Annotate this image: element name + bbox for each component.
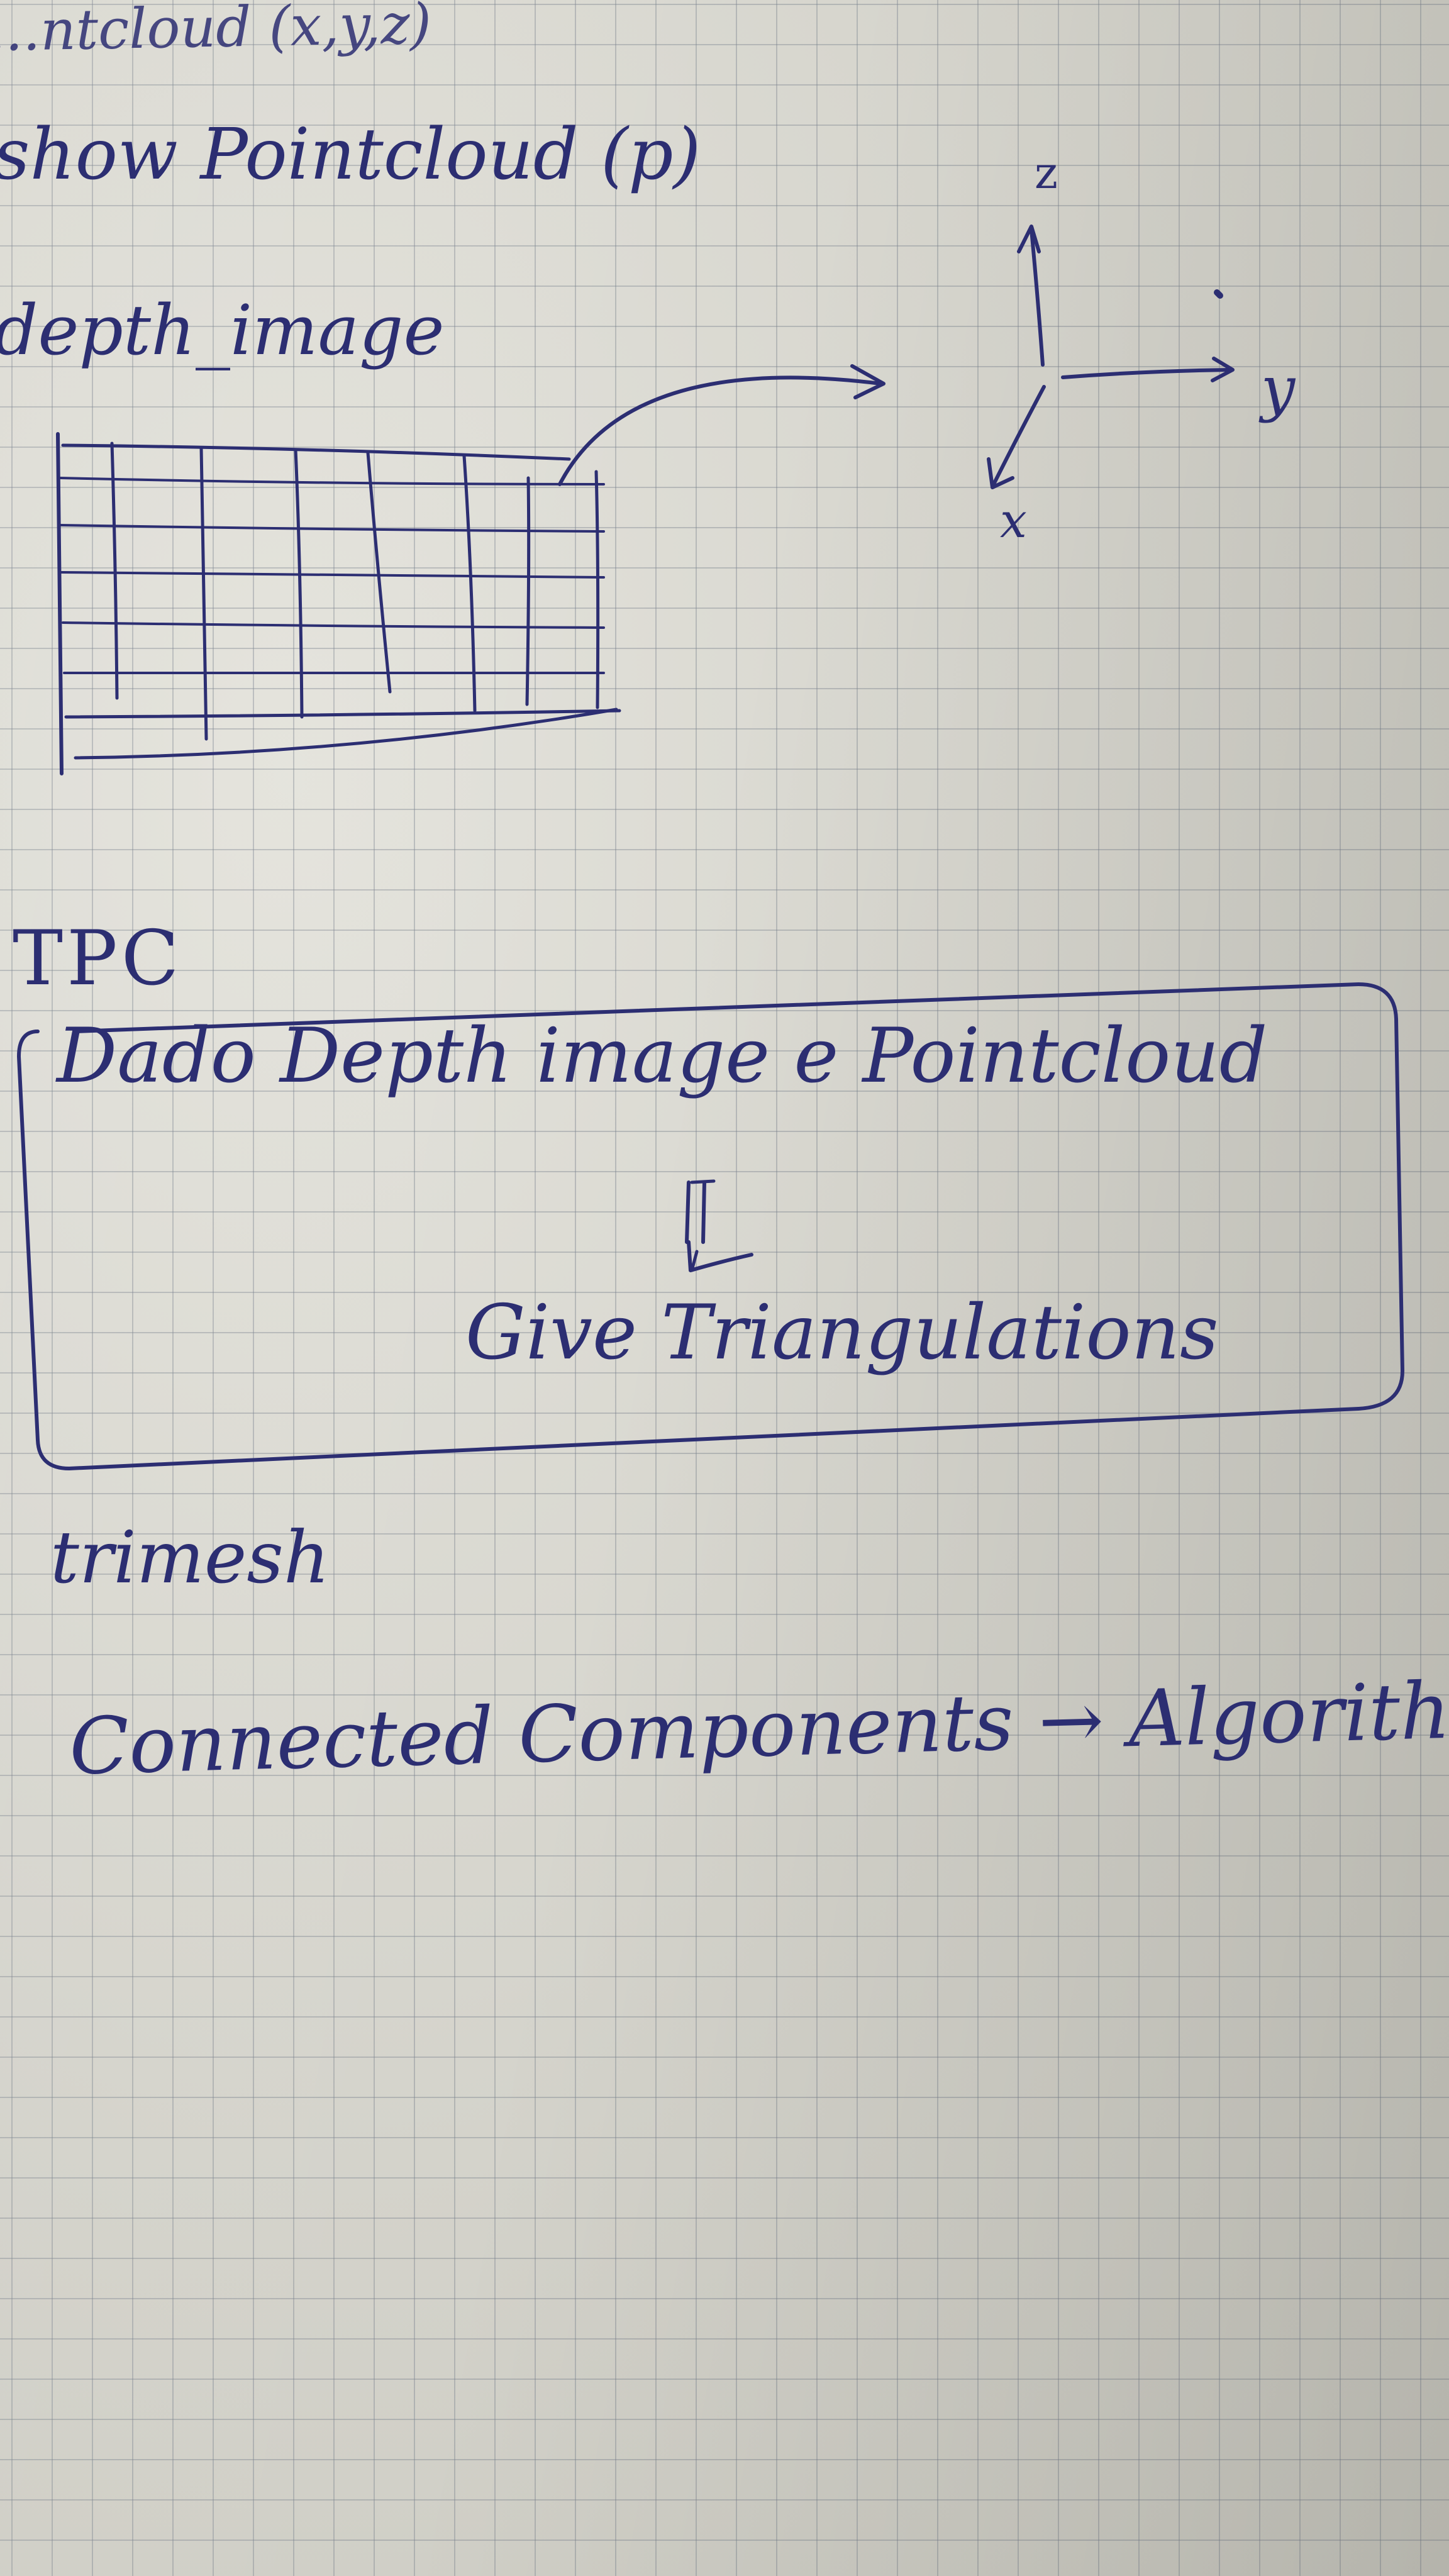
note-line-trimesh: trimesh: [50, 1516, 330, 1599]
tpc-box-line-1: Dado Depth image e Pointcloud: [57, 1013, 1268, 1100]
tpc-box-line-2: Give Triangulations: [465, 1289, 1219, 1377]
tpc-box-outline: [17, 982, 1404, 1470]
